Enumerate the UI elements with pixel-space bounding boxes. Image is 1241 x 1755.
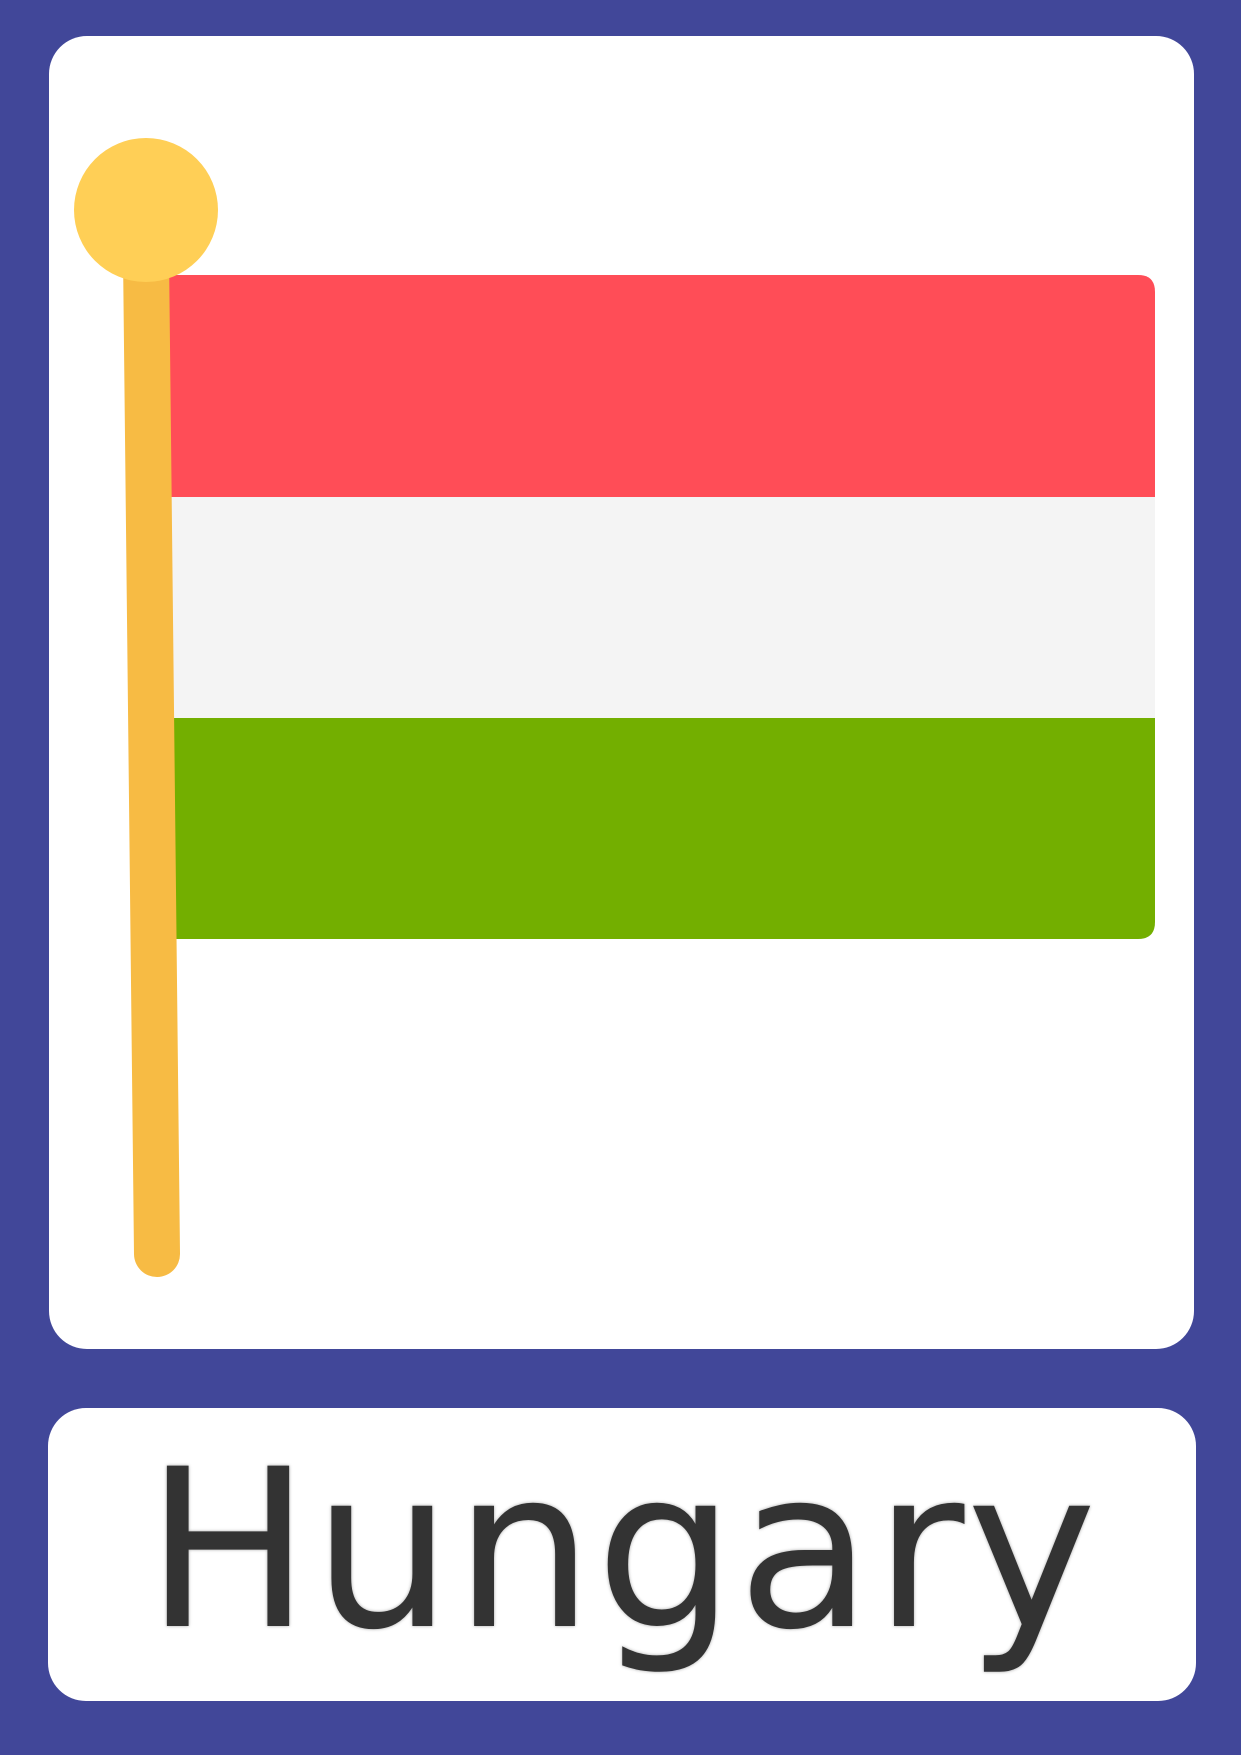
name-panel: Hungary bbox=[48, 1408, 1196, 1701]
country-name: Hungary bbox=[145, 1421, 1099, 1678]
flagpole-shaft bbox=[123, 232, 180, 1277]
flag-stripe-white bbox=[150, 497, 1155, 718]
flag-stripe-red bbox=[150, 275, 1155, 497]
flag-stripe-green bbox=[150, 718, 1155, 939]
flagpole-finial bbox=[74, 138, 218, 282]
flag-field bbox=[150, 275, 1155, 939]
